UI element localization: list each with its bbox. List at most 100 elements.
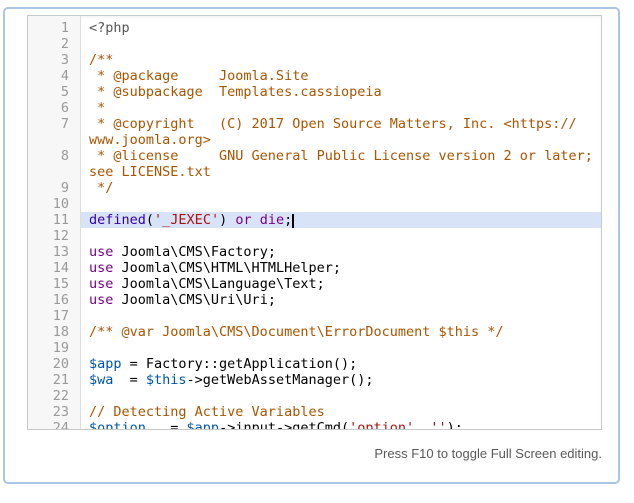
token-comment: * @subpackage Templates.cassiopeia	[89, 84, 382, 100]
code-line[interactable]	[81, 308, 601, 324]
token-plain: ;	[284, 212, 292, 228]
token-comment: /**	[89, 52, 113, 68]
line-number: 20	[28, 356, 80, 372]
token-comment: www.joomla.org>	[89, 132, 211, 148]
code-line[interactable]: use Joomla\CMS\HTML\HTMLHelper;	[81, 260, 601, 276]
text-cursor	[292, 214, 294, 228]
token-comment: *	[89, 100, 105, 116]
token-string: ''	[430, 420, 446, 429]
code-line[interactable]: */	[81, 180, 601, 196]
code-line[interactable]: * @copyright (C) 2017 Open Source Matter…	[81, 116, 601, 132]
code-line[interactable]: use Joomla\CMS\Language\Text;	[81, 276, 601, 292]
code-line[interactable]: /** @var Joomla\CMS\Document\ErrorDocume…	[81, 324, 601, 340]
token-meta: <?php	[89, 20, 130, 36]
line-number: 15	[28, 276, 80, 292]
token-plain: (	[146, 212, 154, 228]
code-rows[interactable]: <?php /** * @package Joomla.Site * @subpa…	[81, 16, 601, 429]
token-plain: Joomla\CMS\Language\Text;	[113, 276, 324, 292]
token-comment: */	[89, 180, 113, 196]
token-plain: );	[447, 420, 463, 429]
token-var2: $app	[187, 420, 220, 429]
code-line[interactable]	[81, 36, 601, 52]
code-line[interactable]: $option = $app->input->getCmd('option', …	[81, 420, 601, 429]
code-line[interactable]: <?php	[81, 20, 601, 36]
code-line[interactable]	[81, 388, 601, 404]
line-number: 23	[28, 404, 80, 420]
token-comment: * @copyright (C) 2017 Open Source Matter…	[89, 116, 577, 132]
token-string: '_JEXEC'	[154, 212, 219, 228]
token-comment: * @package Joomla.Site	[89, 68, 308, 84]
code-line[interactable]: $app = Factory::getApplication();	[81, 356, 601, 372]
token-var2: $this	[146, 372, 187, 388]
token-plain: ->input->getCmd(	[219, 420, 349, 429]
code-line[interactable]: use Joomla\CMS\Factory;	[81, 244, 601, 260]
token-keyword: or	[235, 212, 251, 228]
token-keyword: use	[89, 260, 113, 276]
line-number: 14	[28, 260, 80, 276]
code-line[interactable]: * @subpackage Templates.cassiopeia	[81, 84, 601, 100]
line-number: 21	[28, 372, 80, 388]
token-comment: // Detecting Active Variables	[89, 404, 325, 420]
code-line[interactable]: * @package Joomla.Site	[81, 68, 601, 84]
token-plain: = Factory::getApplication();	[122, 356, 358, 372]
token-plain: Joomla\CMS\Uri\Uri;	[113, 292, 276, 308]
token-plain	[252, 212, 260, 228]
token-plain: )	[219, 212, 235, 228]
token-comment: see LICENSE.txt	[89, 164, 211, 180]
line-number: 16	[28, 292, 80, 308]
code-line[interactable]: $wa = $this->getWebAssetManager();	[81, 372, 601, 388]
code-line[interactable]: * @license GNU General Public License ve…	[81, 148, 601, 164]
token-plain: Joomla\CMS\HTML\HTMLHelper;	[113, 260, 341, 276]
line-number: 2	[28, 36, 80, 52]
fullscreen-hint: Press F10 to toggle Full Screen editing.	[374, 446, 602, 461]
code-editor[interactable]: 123456789101112131415161718192021222324 …	[27, 15, 602, 430]
token-plain: ->getWebAssetManager();	[187, 372, 374, 388]
token-keyword: use	[89, 292, 113, 308]
code-line[interactable]	[81, 196, 601, 212]
token-comment: * @license GNU General Public License ve…	[89, 148, 593, 164]
token-var2: $app	[89, 356, 122, 372]
token-string: 'option'	[349, 420, 414, 429]
editor-panel: 123456789101112131415161718192021222324 …	[3, 7, 620, 484]
line-number	[28, 164, 80, 180]
code-line[interactable]: // Detecting Active Variables	[81, 404, 601, 420]
line-number: 4	[28, 68, 80, 84]
token-keyword: die	[260, 212, 284, 228]
token-plain: =	[113, 372, 146, 388]
line-number: 22	[28, 388, 80, 404]
token-plain: ,	[414, 420, 430, 429]
code-line[interactable]: see LICENSE.txt	[81, 164, 601, 180]
token-plain: Joomla\CMS\Factory;	[113, 244, 276, 260]
code-line[interactable]: use Joomla\CMS\Uri\Uri;	[81, 292, 601, 308]
line-number: 12	[28, 228, 80, 244]
line-number-gutter: 123456789101112131415161718192021222324	[28, 16, 81, 429]
line-number: 19	[28, 340, 80, 356]
token-comment: /** @var Joomla\CMS\Document\ErrorDocume…	[89, 324, 504, 340]
token-builtin: defined	[89, 212, 146, 228]
token-var2: $option	[89, 420, 146, 429]
line-number: 7	[28, 116, 80, 132]
line-number	[28, 132, 80, 148]
line-number: 6	[28, 100, 80, 116]
line-number: 24	[28, 420, 80, 430]
line-number: 13	[28, 244, 80, 260]
token-var2: $wa	[89, 372, 113, 388]
code-line[interactable]: *	[81, 100, 601, 116]
code-line[interactable]	[81, 228, 601, 244]
code-line-active[interactable]: defined('_JEXEC') or die;	[81, 212, 601, 228]
line-number: 11	[28, 212, 80, 228]
line-number: 17	[28, 308, 80, 324]
line-number: 5	[28, 84, 80, 100]
code-line[interactable]	[81, 340, 601, 356]
code-line[interactable]: www.joomla.org>	[81, 132, 601, 148]
line-number: 3	[28, 52, 80, 68]
line-number: 8	[28, 148, 80, 164]
token-plain: =	[146, 420, 187, 429]
code-line[interactable]: /**	[81, 52, 601, 68]
line-number: 18	[28, 324, 80, 340]
token-keyword: use	[89, 276, 113, 292]
line-number: 10	[28, 196, 80, 212]
line-number: 1	[28, 20, 80, 36]
token-keyword: use	[89, 244, 113, 260]
line-number: 9	[28, 180, 80, 196]
